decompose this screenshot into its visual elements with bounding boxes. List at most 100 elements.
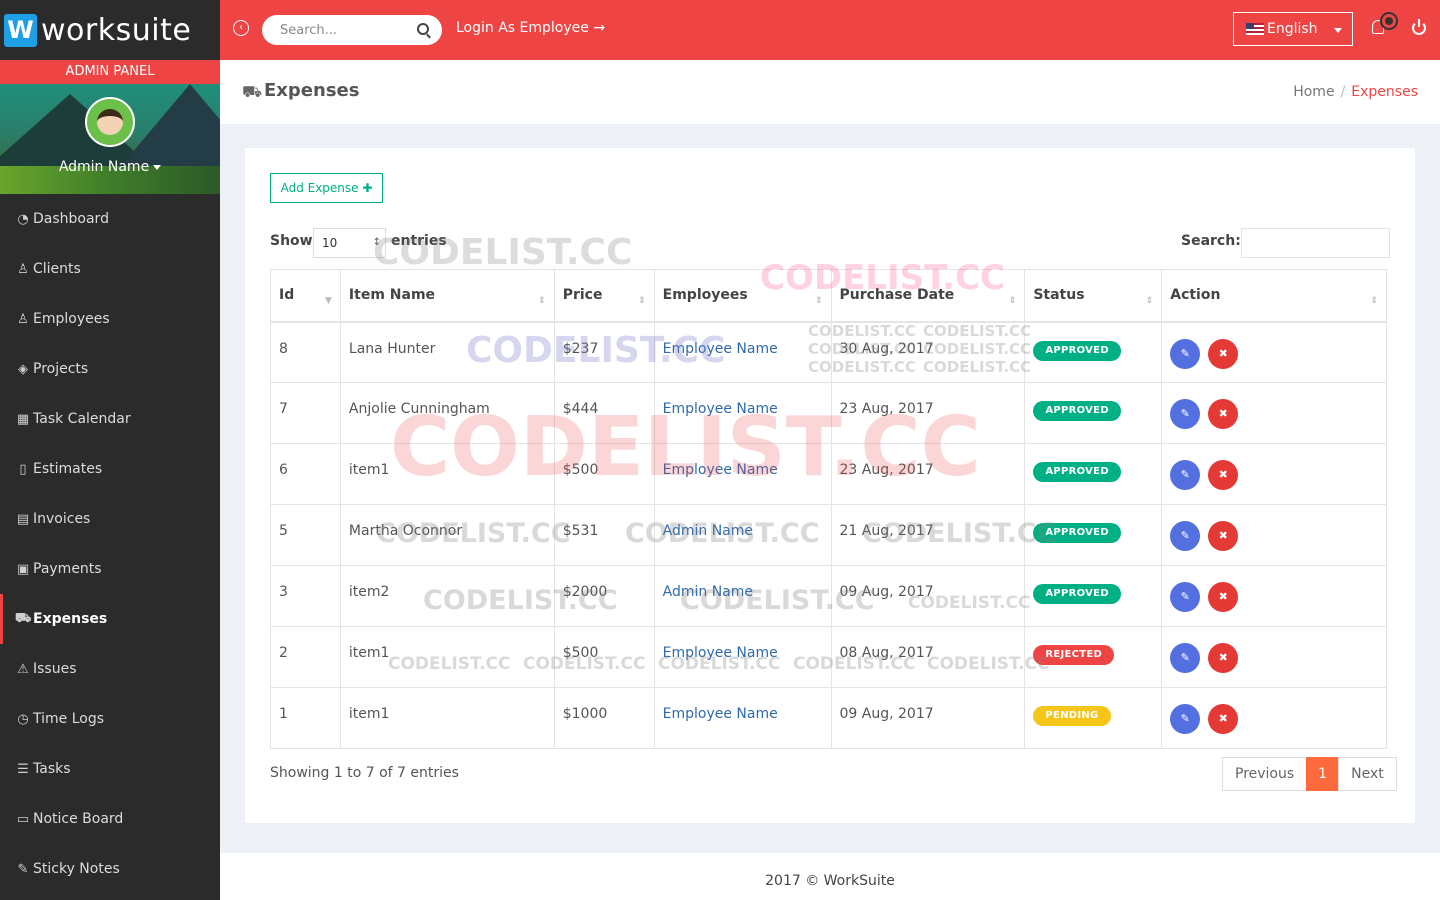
column-header-label: Purchase Date	[839, 287, 955, 304]
calendar-icon: ▦	[16, 411, 30, 427]
warning-icon: ⚠	[17, 661, 29, 677]
sidebar-item-dashboard[interactable]: ◔ Dashboard	[0, 194, 220, 244]
cell-purchase-date: 21 Aug, 2017	[830, 504, 1026, 566]
login-as-employee-link[interactable]: Login As Employee →	[456, 20, 605, 36]
column-header-label: Id	[279, 287, 295, 304]
delete-icon[interactable]: ✖	[1208, 399, 1239, 429]
notice-icon: ▭	[16, 811, 30, 827]
edit-icon[interactable]: ✎	[1170, 460, 1201, 490]
column-header-purchase-date[interactable]: Purchase Date ⇕	[830, 269, 1026, 323]
cell-price: $500	[553, 626, 655, 688]
cell-employee[interactable]: Admin Name	[653, 565, 832, 627]
cell-price: $500	[553, 443, 655, 505]
add-expense-button[interactable]: Add Expense ✚	[270, 173, 383, 203]
sidebar-item-sticky-notes[interactable]: ✎ Sticky Notes	[0, 844, 220, 894]
delete-icon[interactable]: ✖	[1208, 460, 1239, 490]
logo-bar: W worksuite	[0, 0, 220, 60]
sidebar-item-label: Invoices	[33, 511, 91, 527]
delete-icon[interactable]: ✖	[1208, 521, 1239, 551]
sidebar-item-tasks[interactable]: ☰ Tasks	[0, 744, 220, 794]
delete-icon[interactable]: ✖	[1208, 338, 1239, 369]
sidebar-item-projects[interactable]: ◈ Projects	[0, 344, 220, 394]
status-badge: REJECTED	[1033, 645, 1115, 665]
column-header-price[interactable]: Price ⇕	[553, 269, 655, 323]
table-search-label: Search:	[1181, 233, 1241, 249]
sort-icon: ⇕	[538, 296, 546, 306]
delete-icon[interactable]: ✖	[1208, 704, 1239, 734]
topbar: ‹ Login As Employee → English	[220, 0, 1440, 60]
list-icon: ☰	[17, 761, 29, 777]
cell-status: APPROVED	[1024, 321, 1163, 383]
breadcrumb-current: Expenses	[1351, 84, 1418, 100]
sidebar-item-payments[interactable]: ▣ Payments	[0, 544, 220, 594]
admin-panel-label: ADMIN PANEL	[0, 60, 220, 84]
sidebar-item-clients[interactable]: ♙ Clients	[0, 244, 220, 294]
cell-employee[interactable]: Employee Name	[653, 321, 832, 383]
avatar-face-icon	[97, 109, 123, 135]
cell-employee[interactable]: Admin Name	[653, 504, 832, 566]
language-label: English	[1267, 21, 1318, 37]
sidebar-item-employees[interactable]: ♙ Employees	[0, 294, 220, 344]
sort-icon: ⇕	[1370, 296, 1378, 306]
search-icon[interactable]	[417, 23, 429, 35]
column-header-status[interactable]: Status ⇕	[1024, 269, 1163, 323]
user-menu-toggle[interactable]: Admin Name	[0, 159, 220, 175]
column-header-action[interactable]: Action ⇕	[1161, 269, 1387, 323]
edit-icon[interactable]: ✎	[1170, 704, 1201, 734]
cell-employee[interactable]: Employee Name	[653, 626, 832, 688]
avatar[interactable]	[85, 97, 135, 147]
cell-purchase-date: 30 Aug, 2017	[830, 321, 1026, 383]
cell-employee[interactable]: Employee Name	[653, 443, 832, 505]
table-row: 1 item1 $1000 Employee Name 09 Aug, 2017 PEND…	[270, 687, 1387, 749]
logo-icon[interactable]: W	[4, 13, 37, 47]
next-page-button[interactable]: Next	[1338, 757, 1397, 791]
sidebar-item-time-logs[interactable]: ◷ Time Logs	[0, 694, 220, 744]
edit-icon[interactable]: ✎	[1170, 338, 1201, 369]
cell-item-name: Anjolie Cunningham	[339, 382, 555, 444]
table-header-row: Id ▼ Item Name ⇕ Price ⇕ Employees ⇕ Purchase Da…	[270, 269, 1387, 323]
footer: 2017 © WorkSuite	[220, 853, 1440, 900]
payments-icon: ▣	[16, 561, 30, 577]
cell-status: PENDING	[1024, 687, 1163, 749]
edit-icon[interactable]: ✎	[1170, 521, 1201, 551]
cell-id: 6	[270, 443, 341, 505]
user-name: Admin Name	[58, 159, 150, 175]
table-row: 6 item1 $500 Employee Name 23 Aug, 2017 APPRO…	[270, 443, 1387, 505]
brand-name[interactable]: worksuite	[41, 13, 191, 48]
search-input[interactable]	[262, 15, 442, 45]
sidebar-item-issues[interactable]: ⚠ Issues	[0, 644, 220, 694]
collapse-sidebar-icon[interactable]: ‹	[233, 20, 249, 36]
column-header-id[interactable]: Id ▼	[270, 269, 341, 323]
sidebar-item-notice-board[interactable]: ▭ Notice Board	[0, 794, 220, 844]
table-search-input[interactable]	[1241, 228, 1390, 258]
page-length-select[interactable]: 10	[313, 228, 386, 258]
estimates-icon: ▯	[19, 461, 27, 477]
cell-employee[interactable]: Employee Name	[653, 382, 832, 444]
page-1-button[interactable]: 1	[1306, 757, 1340, 791]
table-row: 2 item1 $500 Employee Name 08 Aug, 2017 REJEC…	[270, 626, 1387, 688]
edit-icon[interactable]: ✎	[1170, 643, 1201, 673]
delete-icon[interactable]: ✖	[1208, 582, 1239, 612]
cell-employee[interactable]: Employee Name	[653, 687, 832, 749]
edit-icon[interactable]: ✎	[1170, 582, 1201, 612]
column-header-label: Employees	[662, 287, 748, 304]
previous-page-button[interactable]: Previous	[1222, 757, 1308, 791]
edit-icon[interactable]: ✎	[1170, 399, 1201, 429]
power-icon[interactable]	[1412, 19, 1426, 35]
column-header-item-name[interactable]: Item Name ⇕	[339, 269, 555, 323]
dashboard-icon: ◔	[17, 211, 29, 227]
sidebar-item-invoices[interactable]: ▤ Invoices	[0, 494, 220, 544]
sidebar-item-task-calendar[interactable]: ▦ Task Calendar	[0, 394, 220, 444]
column-header-employees[interactable]: Employees ⇕	[653, 269, 832, 323]
breadcrumb-home[interactable]: Home	[1293, 84, 1334, 100]
cell-purchase-date: 09 Aug, 2017	[830, 565, 1026, 627]
sidebar-item-label: Clients	[33, 261, 81, 277]
delete-icon[interactable]: ✖	[1208, 643, 1239, 673]
sidebar-item-estimates[interactable]: ▯ Estimates	[0, 444, 220, 494]
cell-status: APPROVED	[1024, 382, 1163, 444]
breadcrumb-separator: /	[1340, 84, 1346, 100]
cell-id: 7	[270, 382, 341, 444]
sidebar-item-expenses[interactable]: ⛟ Expenses	[0, 594, 220, 644]
language-select[interactable]: English	[1233, 12, 1353, 46]
status-badge: APPROVED	[1033, 462, 1121, 482]
